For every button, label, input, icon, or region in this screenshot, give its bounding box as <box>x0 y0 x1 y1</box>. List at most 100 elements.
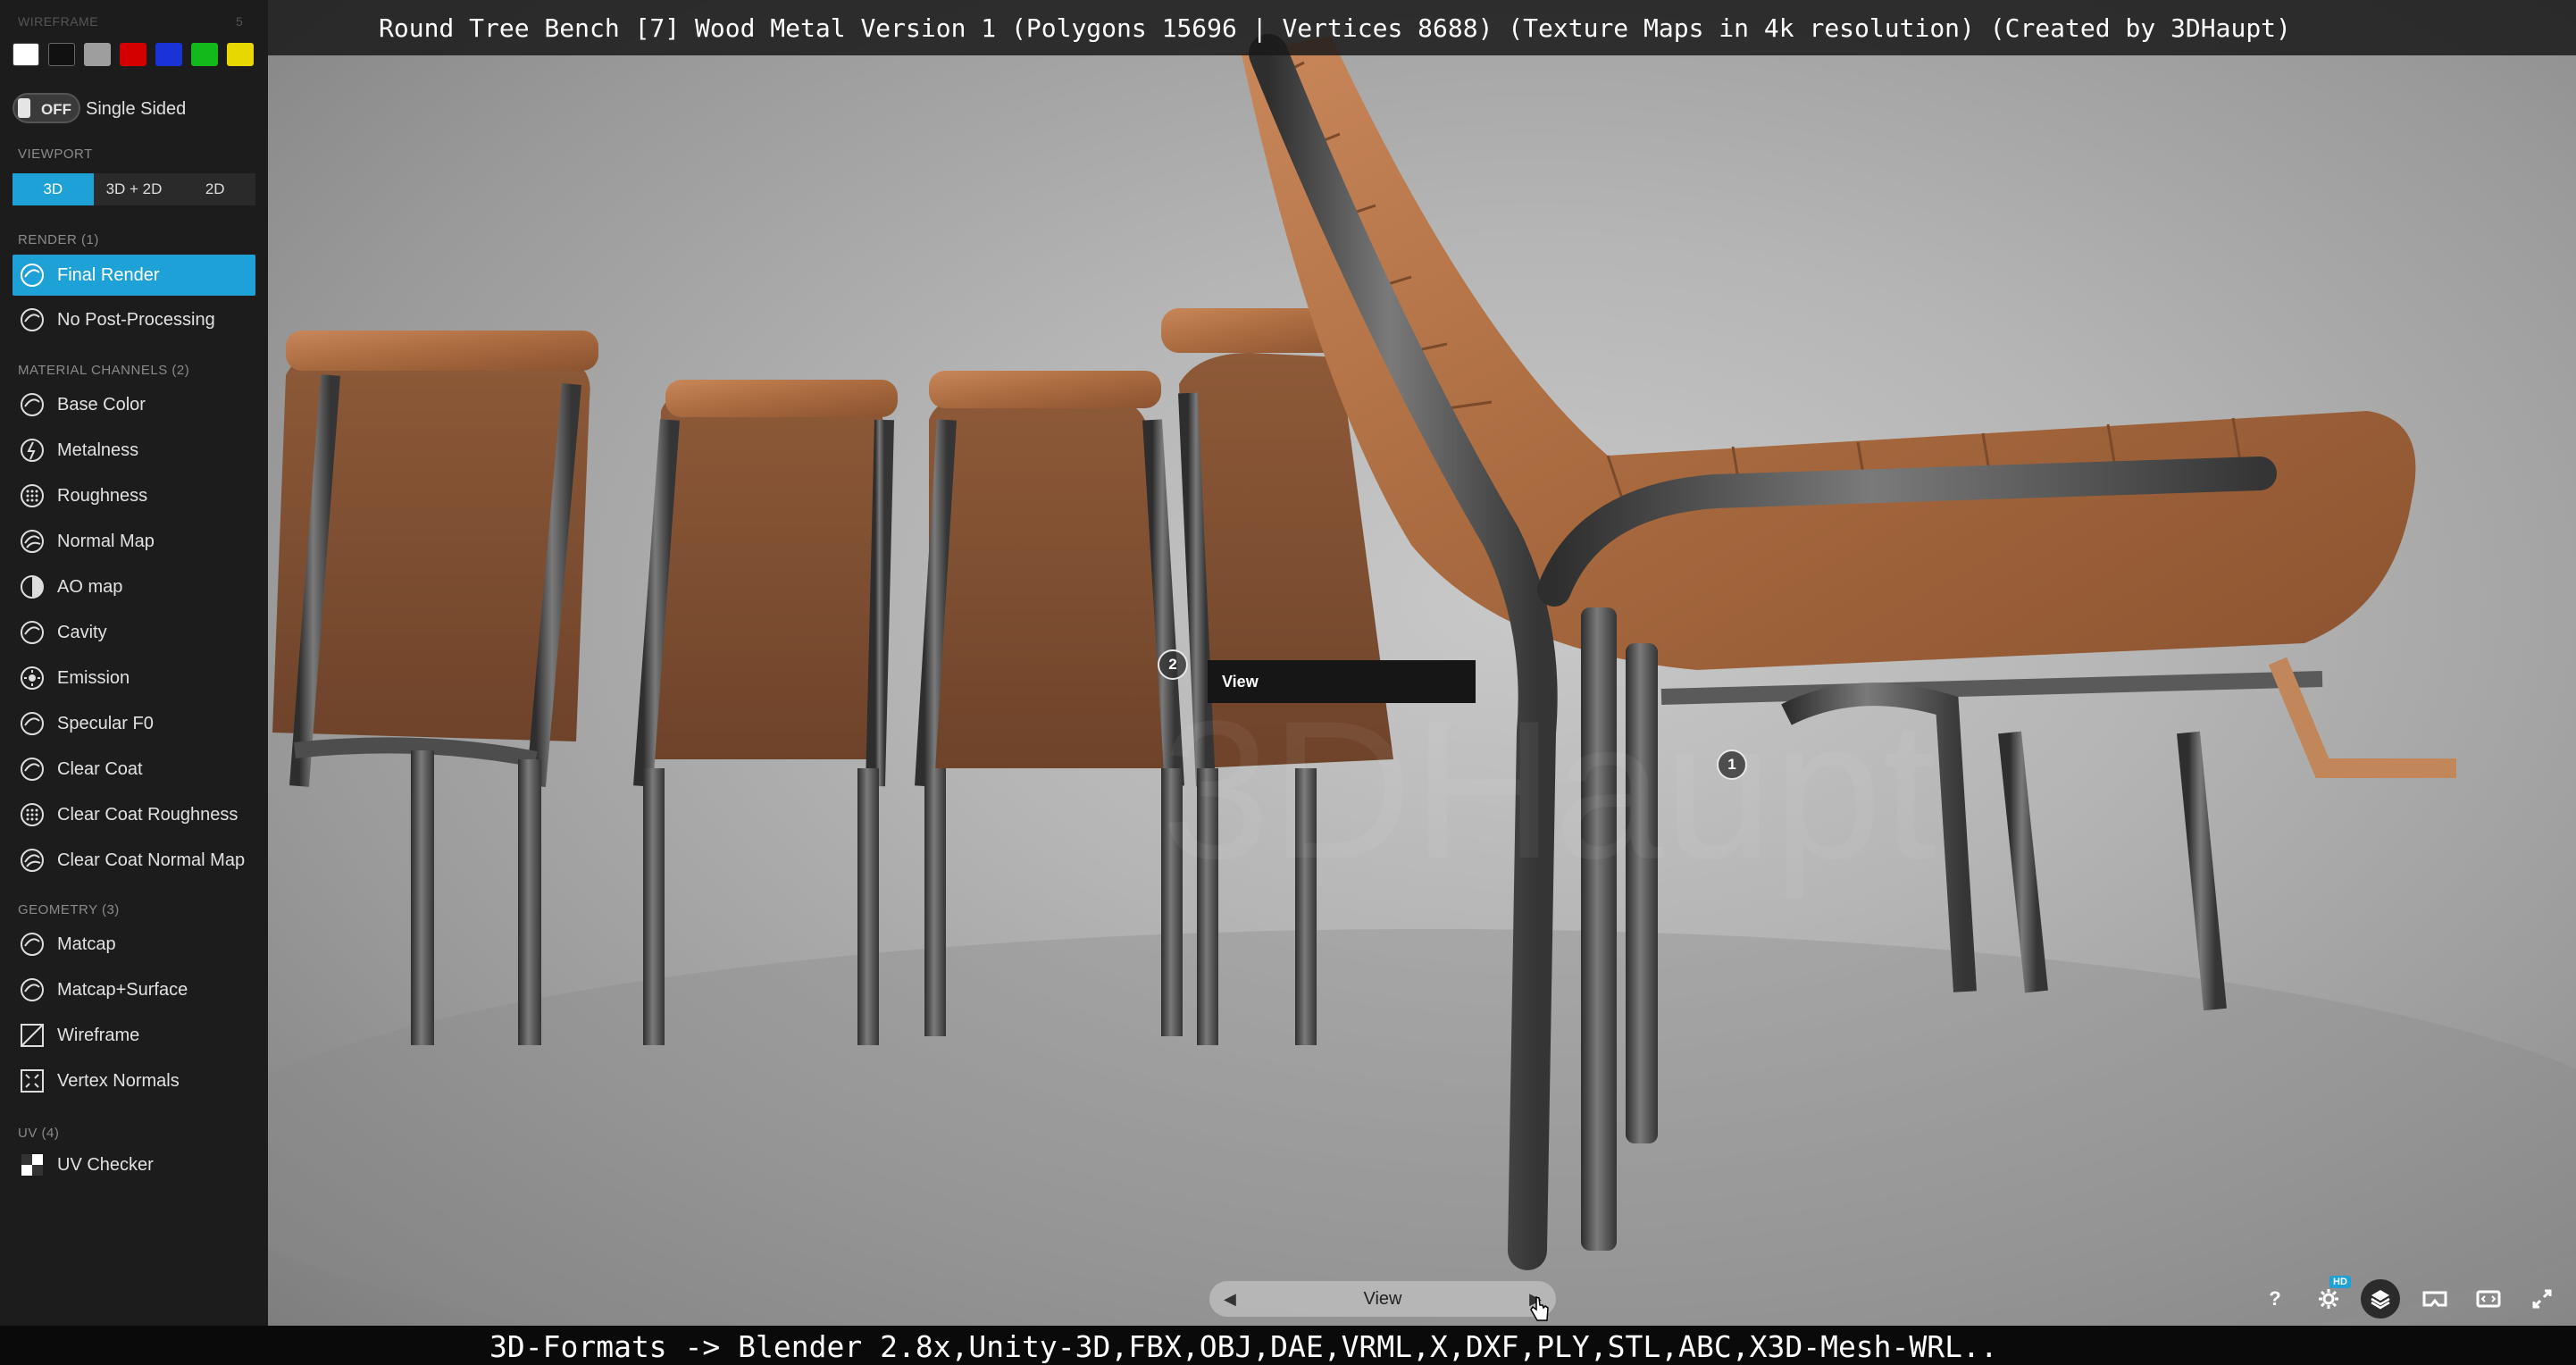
wireframe-color-yellow[interactable] <box>227 43 254 66</box>
channel-item-ao-map[interactable]: AO map <box>13 566 255 607</box>
channel-item-clear-coat-roughness[interactable]: Clear Coat Roughness <box>13 794 255 835</box>
sidebar: WIREFRAME 5 OFF Single Sided VIEWPORT 3D… <box>0 0 268 1326</box>
chair-1 <box>272 331 598 1045</box>
fullscreen-icon[interactable] <box>2522 1282 2562 1316</box>
item-label: Wireframe <box>57 1025 140 1045</box>
formats-text: 3D-Formats -> Blender 2.8x,Unity-3D,FBX,… <box>489 1329 1998 1364</box>
toggle-knob <box>18 98 30 118</box>
navigator-label: View <box>1363 1288 1402 1309</box>
channel-item-matcap[interactable]: Matcap <box>13 924 255 965</box>
wireframe-color-red[interactable] <box>120 43 146 66</box>
channel-item-roughness[interactable]: Roughness <box>13 475 255 516</box>
help-glyph: ? <box>2269 1287 2281 1310</box>
channel-item-vertex-normals[interactable]: Vertex Normals <box>13 1060 255 1101</box>
item-label: Clear Coat Normal Map <box>57 850 246 870</box>
channel-item-base-color[interactable]: Base Color <box>13 384 255 425</box>
emission-icon <box>18 664 46 692</box>
wireframe-icon <box>18 1021 46 1050</box>
layers-icon[interactable] <box>2361 1279 2400 1319</box>
watermark: 3DHaupt <box>1161 680 1936 900</box>
sketchfab-viewer: 3DHaupt 2 1 View Round Tree Bench [7] Wo… <box>0 0 2576 1365</box>
annotation-number: 2 <box>1168 656 1177 673</box>
material-channels-section-label: MATERIAL CHANNELS (2) <box>18 363 190 378</box>
render-final-render[interactable]: Final Render <box>13 255 255 296</box>
item-label: Clear Coat <box>57 758 143 779</box>
render-section-label: RENDER (1) <box>18 232 99 247</box>
metalness-icon <box>18 436 46 465</box>
wireframe-color-green[interactable] <box>191 43 218 66</box>
channel-item-cavity[interactable]: Cavity <box>13 612 255 653</box>
annotation-tooltip-text: View <box>1222 672 1259 691</box>
wireframe-color-white[interactable] <box>13 43 39 66</box>
channel-item-metalness[interactable]: Metalness <box>13 430 255 471</box>
wireframe-color-gray[interactable] <box>84 43 111 66</box>
wireframe-section-label: WIREFRAME <box>18 14 99 29</box>
item-label: UV Checker <box>57 1154 154 1175</box>
hand-cursor-icon <box>1530 1295 1549 1321</box>
viewport-3d-2d-button[interactable]: 3D + 2D <box>94 173 175 205</box>
viewport-section-label: VIEWPORT <box>18 147 93 162</box>
cavity-icon <box>18 618 46 647</box>
model-title: Round Tree Bench [7] Wood Metal Version … <box>379 13 2291 43</box>
item-label: Final Render <box>57 264 160 285</box>
annotation-tooltip: View <box>1208 660 1476 703</box>
channel-item-uv-checker[interactable]: UV Checker <box>13 1144 255 1185</box>
item-label: Matcap+Surface <box>57 979 188 1000</box>
normal-map-icon <box>18 527 46 556</box>
item-label: Clear Coat Roughness <box>57 804 238 825</box>
item-label: Base Color <box>57 394 146 415</box>
item-label: Cavity <box>57 622 107 642</box>
matcap-surface-icon <box>18 976 46 1004</box>
toggle-state: OFF <box>41 101 71 118</box>
annotation-marker-2[interactable]: 2 <box>1158 649 1188 680</box>
render-no-post-processing[interactable]: No Post-Processing <box>13 299 255 340</box>
channel-item-specular[interactable]: Specular F0 <box>13 703 255 744</box>
bottom-banner: 3D-Formats -> Blender 2.8x,Unity-3D,FBX,… <box>0 1326 2576 1365</box>
annotation-number: 1 <box>1727 756 1736 773</box>
item-label: Specular F0 <box>57 713 154 733</box>
channel-item-wireframe[interactable]: Wireframe <box>13 1015 255 1056</box>
matcap-icon <box>18 930 46 959</box>
annotation-navigator: ◀ View ▶ <box>1209 1281 1556 1317</box>
geometry-section-label: GEOMETRY (3) <box>18 902 120 917</box>
item-label: Roughness <box>57 485 148 506</box>
vertex-normals-icon <box>18 1067 46 1095</box>
wireframe-color-black[interactable] <box>48 43 75 66</box>
channel-item-clear-coat[interactable]: Clear Coat <box>13 749 255 790</box>
item-label: Matcap <box>57 934 116 954</box>
vr-icon[interactable] <box>2415 1282 2455 1316</box>
chevron-left-icon[interactable]: ◀ <box>1224 1290 1236 1309</box>
single-sided-label: Single Sided <box>86 99 187 119</box>
uv-section-label: UV (4) <box>18 1126 60 1141</box>
item-label: Normal Map <box>57 531 155 551</box>
embed-icon[interactable] <box>2469 1282 2508 1316</box>
chair-2 <box>633 380 898 1045</box>
channel-item-normal-map[interactable]: Normal Map <box>13 521 255 562</box>
base-color-icon <box>18 390 46 419</box>
clear-coat-icon <box>18 755 46 783</box>
clear-coat-roughness-icon <box>18 800 46 829</box>
channel-item-emission[interactable]: Emission <box>13 657 255 699</box>
roughness-icon <box>18 482 46 510</box>
channel-item-clear-coat-normal[interactable]: Clear Coat Normal Map <box>13 840 255 881</box>
item-label: No Post-Processing <box>57 309 215 330</box>
ao-map-icon <box>18 573 46 601</box>
hd-badge: HD <box>2329 1276 2351 1288</box>
single-sided-toggle[interactable]: OFF <box>13 93 80 123</box>
item-label: Vertex Normals <box>57 1070 180 1091</box>
item-label: Metalness <box>57 440 139 460</box>
clear-coat-normal-icon <box>18 846 46 875</box>
channel-item-matcap-surface[interactable]: Matcap+Surface <box>13 969 255 1010</box>
help-icon[interactable]: ? <box>2255 1282 2295 1316</box>
annotation-marker-1[interactable]: 1 <box>1717 749 1747 780</box>
no-post-processing-icon <box>18 306 46 334</box>
wireframe-color-blue[interactable] <box>155 43 182 66</box>
uv-checker-icon <box>18 1151 46 1179</box>
viewport-2d-button[interactable]: 2D <box>174 173 255 205</box>
viewport-3d-button[interactable]: 3D <box>13 173 94 205</box>
final-render-icon <box>18 261 46 289</box>
viewport-mode-selector: 3D 3D + 2D 2D <box>13 173 255 205</box>
wireframe-count: 5 <box>236 14 244 29</box>
title-bar: Round Tree Bench [7] Wood Metal Version … <box>268 0 2576 55</box>
item-label: Emission <box>57 667 130 688</box>
